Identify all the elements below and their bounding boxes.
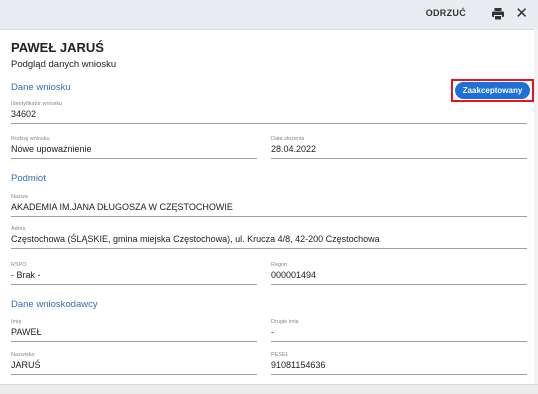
field-underline: [11, 284, 257, 285]
field-label: Rodzaj wniosku: [11, 136, 50, 142]
close-icon[interactable]: ✕: [515, 5, 528, 22]
field-application-type: Rodzaj wniosku Nowe upoważnienie: [11, 136, 257, 159]
field-application-id: Identyfikator wniosku 34602: [11, 101, 527, 124]
field-value: 28.04.2022: [271, 144, 317, 154]
field-value: PAWEŁ: [11, 327, 42, 337]
field-underline: [271, 341, 527, 342]
dialog-toolbar: ODRZUĆ ✕: [0, 0, 538, 30]
field-second-name: Drugie imię -: [271, 319, 527, 342]
field-value: AKADEMIA IM.JANA DŁUGOSZA W CZĘSTOCHOWIE: [11, 202, 233, 212]
page-subtitle: Podgląd danych wniosku: [11, 59, 117, 70]
field-label: Nazwisko: [11, 352, 35, 358]
field-value: Nowe upoważnienie: [11, 144, 92, 154]
field-underline: [11, 158, 257, 159]
field-underline: [271, 158, 527, 159]
field-label: Regon: [271, 262, 288, 268]
accepted-status-button[interactable]: Zaakceptowany: [455, 82, 530, 99]
field-underline: [11, 248, 527, 249]
field-label: Identyfikator wniosku: [11, 101, 63, 107]
field-rspo: RSPO - Brak -: [11, 262, 257, 285]
field-underline: [11, 123, 527, 124]
field-label: Nazwa: [11, 194, 28, 200]
field-first-name: Imię PAWEŁ: [11, 319, 257, 342]
section-application-title: Dane wniosku: [11, 82, 71, 93]
field-label: PESEL: [271, 352, 289, 358]
print-icon[interactable]: [491, 7, 505, 21]
field-value: -: [271, 327, 274, 337]
field-value: Częstochowa (ŚLĄSKIE, gmina miejska Częs…: [11, 234, 380, 244]
field-value: JARUŚ: [11, 360, 41, 370]
field-surname: Nazwisko JARUŚ: [11, 352, 257, 375]
field-underline: [11, 341, 257, 342]
field-regon: Regon 000001494: [271, 262, 527, 285]
field-entity-address: Adres Częstochowa (ŚLĄSKIE, gmina miejsk…: [11, 226, 527, 249]
field-application-date: Data złożenia 28.04.2022: [271, 136, 527, 159]
field-value: 000001494: [271, 270, 317, 280]
field-label: Data złożenia: [271, 136, 305, 142]
field-value: 91081154636: [271, 360, 326, 370]
field-underline: [271, 284, 527, 285]
section-applicant-title: Dane wnioskodawcy: [11, 299, 98, 310]
reject-button[interactable]: ODRZUĆ: [426, 8, 466, 18]
section-entity-title: Podmiot: [11, 173, 46, 184]
field-value: - Brak -: [11, 270, 41, 280]
field-pesel: PESEL 91081154636: [271, 352, 527, 375]
field-value: 34602: [11, 109, 37, 119]
page-title: PAWEŁ JARUŚ: [11, 40, 104, 55]
field-underline: [11, 216, 527, 217]
field-label: Adres: [11, 226, 26, 232]
scrollbar[interactable]: [534, 29, 538, 385]
field-label: Drugie imię: [271, 319, 299, 325]
field-underline: [271, 374, 527, 375]
field-label: RSPO: [11, 262, 27, 268]
field-underline: [11, 374, 257, 375]
field-label: Imię: [11, 319, 22, 325]
field-entity-name: Nazwa AKADEMIA IM.JANA DŁUGOSZA W CZĘSTO…: [11, 194, 527, 217]
